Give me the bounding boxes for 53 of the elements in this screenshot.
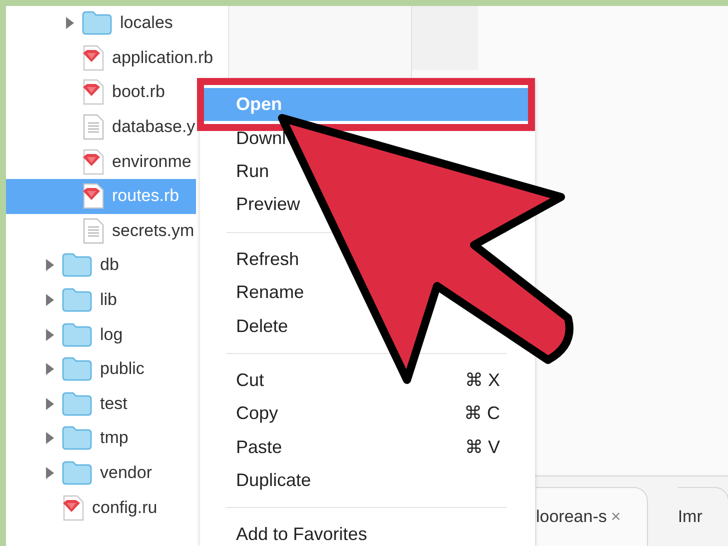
menu-item[interactable]: Duplicate: [236, 470, 312, 492]
folder-icon: [62, 288, 92, 312]
tree-item[interactable]: boot.rb: [6, 75, 196, 110]
tree-item[interactable]: secrets.ym: [6, 214, 196, 248]
text-file-icon: [82, 218, 104, 244]
tree-item[interactable]: database.y: [6, 110, 196, 144]
disclosure-triangle-icon[interactable]: [45, 467, 55, 480]
editor-tab[interactable]: Imr: [678, 487, 728, 546]
shortcut-label: ⌘ C: [464, 403, 500, 424]
text-file-icon: [82, 114, 104, 140]
menu-item[interactable]: Run: [236, 160, 270, 182]
menu-item[interactable]: Cut: [236, 370, 264, 391]
folder-icon: [62, 253, 92, 278]
folder-icon: [62, 461, 92, 486]
ruby-file-icon: [82, 183, 104, 210]
menu-item[interactable]: Add to Favorites: [236, 524, 368, 546]
disclosure-triangle-icon[interactable]: [45, 363, 55, 376]
tree-item[interactable]: vendor: [6, 456, 196, 490]
shortcut-label: ⌘ X: [464, 370, 500, 391]
ruby-file-icon: [82, 44, 104, 71]
folder-icon: [62, 426, 92, 450]
folder-icon: [82, 11, 112, 36]
tree-item[interactable]: db: [6, 248, 196, 283]
folder-icon: [62, 392, 92, 416]
disclosure-triangle-icon[interactable]: [45, 294, 55, 306]
tree-item[interactable]: test: [6, 386, 196, 422]
folder-icon: [62, 357, 92, 382]
menu-item[interactable]: Copy: [236, 403, 278, 424]
ruby-file-icon: [62, 494, 84, 521]
tree-item[interactable]: public: [6, 352, 196, 387]
disclosure-triangle-icon[interactable]: [45, 259, 55, 272]
shortcut-label: ⌘ V: [464, 436, 500, 458]
ruby-file-icon: [82, 148, 104, 175]
tree-item[interactable]: environme: [6, 144, 196, 179]
tree-item[interactable]: config.ru: [6, 490, 196, 525]
menu-item[interactable]: Downl: [236, 128, 286, 149]
folder-icon: [62, 322, 92, 347]
editor-tab[interactable]: loorean-s ×: [536, 487, 648, 546]
tree-item[interactable]: locales: [6, 6, 196, 41]
disclosure-triangle-icon[interactable]: [45, 398, 55, 410]
tree-item[interactable]: log: [6, 317, 196, 352]
tree-item[interactable]: lib: [6, 282, 196, 318]
menu-item[interactable]: Preview: [236, 194, 300, 216]
menu-item[interactable]: Rename: [236, 282, 304, 304]
menu-item[interactable]: Delete: [236, 316, 288, 337]
disclosure-triangle-icon[interactable]: [45, 432, 55, 444]
menu-item[interactable]: Paste: [236, 436, 282, 458]
ruby-file-icon: [82, 79, 104, 106]
menu-item[interactable]: Refresh: [236, 248, 300, 270]
tree-item[interactable]: tmp: [6, 421, 196, 456]
disclosure-triangle-icon[interactable]: [45, 328, 55, 341]
disclosure-triangle-icon[interactable]: [65, 17, 75, 30]
tree-item[interactable]: application.rb: [6, 40, 214, 76]
